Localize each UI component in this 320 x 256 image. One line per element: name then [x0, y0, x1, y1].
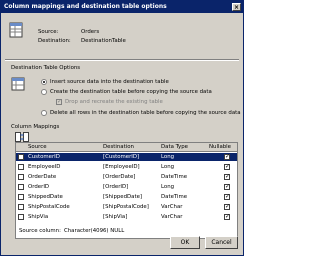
table-row[interactable]: ShippedDate [ShippedDate] DateTime — [16, 193, 237, 201]
cell-source: ShipPostalCode — [28, 204, 70, 210]
row-checkbox[interactable] — [18, 214, 24, 220]
cell-data-type[interactable]: VarChar — [161, 204, 183, 210]
cell-source: OrderID — [28, 184, 50, 190]
cell-source: CustomerID — [28, 154, 60, 160]
close-button[interactable]: × — [232, 3, 241, 11]
row-checkbox[interactable] — [18, 164, 24, 170]
cell-data-type[interactable]: DateTime — [161, 174, 187, 180]
nullable-checkbox[interactable] — [224, 203, 230, 210]
table-row[interactable]: OrderDate [OrderDate] DateTime — [16, 173, 237, 181]
drop-label: Drop and recreate the existing table — [65, 99, 163, 105]
dialog-window: Column mappings and destination table op… — [0, 0, 244, 256]
cell-source: ShipVia — [28, 214, 49, 220]
table-row[interactable]: EmployeeID [EmployeeID] Long — [16, 163, 237, 171]
row-checkbox[interactable] — [18, 184, 24, 190]
cell-data-type[interactable]: Long — [161, 184, 174, 190]
options-group-label: Destination Table Options — [11, 65, 81, 71]
table-row[interactable]: ShipVia [ShipVia] VarChar — [16, 213, 237, 221]
table-mapping-icon — [9, 22, 23, 40]
cell-data-type[interactable]: Long — [161, 164, 174, 170]
row-checkbox[interactable] — [18, 174, 24, 180]
mappings-group-label: Column Mappings — [11, 124, 60, 130]
table-options-icon — [11, 77, 25, 93]
cell-source: EmployeeID — [28, 164, 61, 170]
nullable-checkbox[interactable] — [224, 153, 230, 160]
insert-label: Insert source data into the destination … — [50, 79, 169, 85]
nullable-checkbox[interactable] — [224, 193, 230, 200]
row-checkbox[interactable] — [18, 194, 24, 200]
table-row[interactable]: ShipPostalCode [ShipPostalCode] VarChar — [16, 203, 237, 211]
ok-button[interactable]: OK — [170, 236, 200, 249]
source-column-label: Source column: — [19, 228, 61, 234]
delete-label: Delete all rows in the destination table… — [50, 110, 241, 116]
cell-destination[interactable]: [ShipVia] — [103, 214, 127, 220]
cell-data-type[interactable]: VarChar — [161, 214, 183, 220]
window-title: Column mappings and destination table op… — [4, 3, 167, 10]
nullable-checkbox[interactable] — [224, 163, 230, 170]
header-destination[interactable]: Destination — [103, 144, 134, 150]
header-nullable[interactable]: Nullable — [209, 144, 231, 150]
row-checkbox[interactable] — [18, 204, 24, 210]
grid-header: Source Destination Data Type Nullable — [16, 143, 237, 152]
cell-data-type[interactable]: Long — [161, 154, 174, 160]
header-data-type[interactable]: Data Type — [161, 144, 188, 150]
destination-value: DestinationTable — [81, 38, 126, 44]
cell-data-type[interactable]: DateTime — [161, 194, 187, 200]
separator — [5, 59, 239, 61]
insert-radio[interactable] — [41, 79, 47, 85]
header-source[interactable]: Source — [28, 144, 47, 150]
row-checkbox[interactable] — [18, 154, 24, 160]
drop-checkbox[interactable] — [56, 98, 62, 105]
nullable-checkbox[interactable] — [224, 213, 230, 220]
nullable-checkbox[interactable] — [224, 183, 230, 190]
source-column-value: Character(4096) NULL — [64, 228, 125, 234]
delete-radio[interactable] — [41, 110, 47, 116]
nullable-checkbox[interactable] — [224, 173, 230, 180]
source-value: Orders — [81, 29, 100, 35]
cell-destination[interactable]: [EmployeeID] — [103, 164, 140, 170]
cell-destination[interactable]: [ShipPostalCode] — [103, 204, 149, 210]
cell-source: OrderDate — [28, 174, 57, 180]
create-label: Create the destination table before copy… — [50, 89, 212, 95]
cell-destination[interactable]: [OrderDate] — [103, 174, 135, 180]
cell-source: ShippedDate — [28, 194, 63, 200]
source-label: Source: — [38, 29, 59, 35]
cell-destination[interactable]: [ShippedDate] — [103, 194, 142, 200]
cell-destination[interactable]: [OrderID] — [103, 184, 128, 190]
table-row[interactable]: OrderID [OrderID] Long — [16, 183, 237, 191]
cancel-button[interactable]: Cancel — [205, 236, 238, 249]
table-row[interactable]: CustomerID [CustomerID] Long — [16, 153, 237, 161]
destination-label: Destination: — [38, 38, 71, 44]
title-bar[interactable]: Column mappings and destination table op… — [1, 1, 243, 13]
cell-destination[interactable]: [CustomerID] — [103, 154, 139, 160]
column-mappings-grid[interactable]: Source Destination Data Type Nullable Cu… — [15, 142, 238, 239]
create-radio[interactable] — [41, 89, 47, 95]
